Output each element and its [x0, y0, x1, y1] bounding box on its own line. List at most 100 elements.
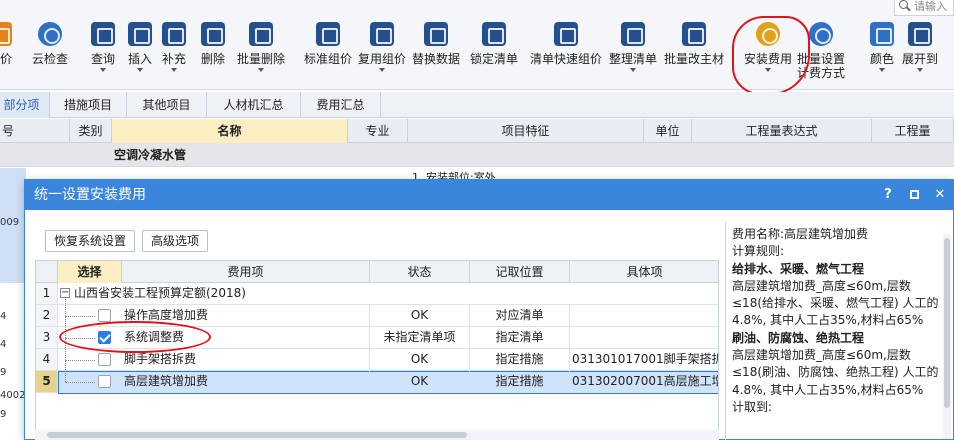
maximize-icon	[909, 190, 919, 199]
select-checkbox-checked[interactable]	[98, 331, 111, 344]
table-row[interactable]: 1 − 山西省安装工程预算定额(2018)	[36, 283, 718, 305]
batch-delete-button[interactable]: 批量删除	[237, 22, 285, 84]
quick-price-button[interactable]: 清单快速组价	[530, 22, 602, 84]
dialog-title-bar[interactable]: 统一设置安装费用	[25, 180, 953, 210]
insert-button[interactable]: 插入	[128, 22, 152, 84]
button-label: 批量改主材	[664, 52, 725, 66]
tab-labor-material-summary[interactable]: 人材机汇总	[207, 92, 301, 118]
help-button[interactable]: ?	[877, 180, 899, 210]
batch-material-button[interactable]: 批量改主材	[664, 22, 724, 84]
button-label: 颜色	[870, 52, 895, 66]
batch-delete-icon	[249, 22, 273, 46]
table-row[interactable]: 2 操作高度增加费 OK 对应清单	[36, 305, 718, 327]
standard-price-button[interactable]: 标准组价	[304, 22, 352, 84]
row-number: 1	[36, 283, 58, 304]
select-checkbox[interactable]	[98, 353, 111, 366]
button-label: 组价	[0, 52, 13, 66]
fee-items-table: 选择 费用项 状态 记取位置 具体项 1 − 山西省安装工程预算定额(2018)…	[35, 260, 719, 440]
button-label: 整理清单	[609, 52, 658, 66]
tab-other-items[interactable]: 其他项目	[127, 92, 207, 118]
row-number: 2	[36, 305, 58, 326]
select-checkbox[interactable]	[98, 309, 111, 322]
delete-icon	[201, 22, 225, 46]
quick-price-icon	[554, 22, 578, 46]
search-input[interactable]: 请输入	[894, 0, 954, 16]
replace-data-button[interactable]: 替换数据	[412, 22, 460, 84]
tab-sub-items[interactable]: 部分项	[0, 92, 50, 118]
close-button[interactable]: ✕	[929, 180, 951, 210]
restore-system-settings-button[interactable]: 恢复系统设置	[45, 230, 136, 252]
position-cell[interactable]: 指定清单	[470, 327, 570, 348]
chevron-down-icon	[917, 68, 923, 72]
row-number: 4002	[0, 390, 26, 401]
column-header-status[interactable]: 状态	[370, 261, 470, 283]
query-button[interactable]: 查询	[91, 22, 115, 84]
button-label: 标准组价	[304, 52, 353, 66]
position-cell[interactable]: 指定措施	[470, 349, 570, 370]
column-header-detail[interactable]: 具体项	[570, 261, 718, 283]
batch-material-icon	[682, 22, 706, 46]
select-checkbox[interactable]	[98, 375, 111, 388]
collapse-icon[interactable]: −	[60, 288, 70, 298]
column-header[interactable]: 单位	[644, 119, 692, 143]
lock-list-button[interactable]: 锁定清单	[470, 22, 518, 84]
maximize-button[interactable]	[903, 180, 925, 210]
vertical-scrollbar[interactable]	[943, 234, 951, 439]
group-price-button[interactable]: 组价	[0, 22, 12, 84]
button-label: 替换数据	[412, 52, 461, 66]
table-row[interactable]: 3 系统调整费 未指定清单项 指定清单	[36, 327, 718, 349]
fee-method-button[interactable]: 批量设置 计费方式	[797, 22, 845, 84]
row-number: 9	[0, 367, 7, 378]
tree-connector	[65, 316, 95, 317]
column-header[interactable]: 类别	[70, 119, 112, 143]
row-number: 5	[36, 371, 58, 392]
tree-connector	[65, 382, 95, 383]
supplement-button[interactable]: 补充	[162, 22, 186, 84]
tab-bar: 部分项 措施项目 其他项目 人材机汇总 费用汇总	[0, 92, 954, 118]
column-header[interactable]: 名称	[112, 119, 348, 143]
horizontal-scrollbar[interactable]	[35, 430, 719, 440]
column-header[interactable]: 项目特征	[408, 119, 644, 143]
detail-cell[interactable]: 031301017001脚手架搭拆	[570, 349, 718, 370]
table-row-selected[interactable]: 5 高层建筑增加费 OK 指定措施 031302007001高层施工增加	[36, 371, 718, 394]
reuse-price-button[interactable]: 复用组价	[358, 22, 406, 84]
desc-paragraph: 高层建筑增加费_高度≤60m,层数≤18(给排水、采暖、燃气工程) 人工的4.8…	[732, 278, 939, 328]
install-fee-button[interactable]: 安装费用	[744, 22, 792, 84]
cloud-check-button[interactable]: 云检查	[32, 22, 68, 84]
row-number: 3	[36, 327, 58, 348]
tab-measures[interactable]: 措施项目	[50, 92, 127, 118]
button-label: 展开到	[902, 52, 939, 66]
scrollbar-thumb[interactable]	[944, 238, 950, 408]
column-header[interactable]: 工程量表达式	[692, 119, 872, 143]
color-icon	[870, 22, 894, 46]
status-cell: OK	[370, 305, 470, 326]
tab-fee-summary[interactable]: 费用汇总	[301, 92, 381, 118]
column-header-position[interactable]: 记取位置	[470, 261, 570, 283]
row-number: 4	[36, 349, 58, 370]
group-price-icon	[0, 22, 12, 46]
expand-to-button[interactable]: 展开到	[902, 22, 938, 84]
chevron-down-icon	[379, 68, 385, 72]
column-header-fee-item[interactable]: 费用项	[122, 261, 370, 283]
organize-list-button[interactable]: 整理清单	[609, 22, 657, 84]
column-header[interactable]: 专业	[348, 119, 408, 143]
scrollbar-thumb[interactable]	[47, 432, 467, 438]
table-row[interactable]: 4 脚手架搭拆费 OK 指定措施 031301017001脚手架搭拆	[36, 349, 718, 371]
table-row[interactable]: 空调冷凝水管	[0, 143, 954, 167]
advanced-options-button[interactable]: 高级选项	[142, 230, 209, 252]
detail-cell[interactable]	[570, 327, 718, 348]
desc-apply-label: 计取到:	[732, 399, 773, 414]
search-placeholder: 请输入	[914, 0, 947, 13]
supplement-icon	[162, 22, 186, 46]
delete-button[interactable]: 删除	[201, 22, 225, 84]
install-fee-icon	[756, 22, 780, 46]
column-header[interactable]: 号	[0, 119, 70, 143]
detail-cell[interactable]: 031302007001高层施工增加	[570, 371, 718, 392]
column-header-select[interactable]: 选择	[58, 261, 122, 283]
position-cell[interactable]: 指定措施	[470, 371, 570, 392]
position-cell[interactable]: 对应清单	[470, 305, 570, 326]
row-number-header	[36, 261, 58, 283]
detail-cell[interactable]	[570, 305, 718, 326]
column-header[interactable]: 工程量	[872, 119, 954, 143]
color-button[interactable]: 颜色	[870, 22, 894, 84]
